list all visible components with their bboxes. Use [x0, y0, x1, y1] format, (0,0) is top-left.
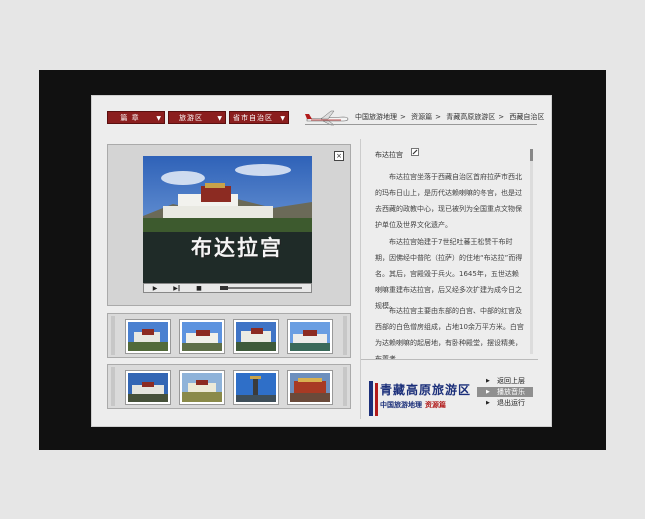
play-icon[interactable]: ▶: [148, 285, 162, 292]
row-edge: [111, 367, 115, 406]
breadcrumb-item[interactable]: 资源篇: [411, 113, 432, 121]
thumbnail-3[interactable]: [233, 319, 279, 354]
breadcrumb-separator: >: [435, 113, 441, 121]
exit-menu-item[interactable]: ▶ 退出运行: [477, 398, 533, 408]
thumbnail-row-1: [107, 313, 351, 358]
edit-icon[interactable]: [411, 148, 419, 156]
thumbnail-4[interactable]: [287, 319, 333, 354]
breadcrumb-item[interactable]: 青藏高原旅游区: [446, 113, 495, 121]
article-paragraph: 布达拉宫主要由东部的白宫、中部的红宫及西部的白色僧房组成，占地10余万平方米。白…: [375, 307, 524, 359]
article-paragraph: 布达拉宫始建于7世纪吐蕃王松赞干布时期，因佛经中普陀（拉萨）的住地“布达拉”而得…: [375, 238, 523, 310]
seek-handle[interactable]: [220, 286, 228, 290]
thumbnail-1[interactable]: [125, 319, 171, 354]
potala-palace-image: [143, 156, 312, 283]
row-edge: [343, 367, 347, 406]
breadcrumb-separator: >: [498, 113, 505, 121]
chevron-down-icon: ▼: [156, 115, 161, 122]
region-subtitle-text: 中国旅游地理: [380, 401, 422, 409]
thumbnail-8[interactable]: [287, 370, 333, 405]
triangle-right-icon: ▶: [486, 400, 490, 406]
breadcrumb-separator: >: [400, 113, 406, 121]
menu-item-label: 退出运行: [497, 399, 525, 407]
chapter-dropdown[interactable]: 篇 章 ▼: [107, 111, 165, 124]
logo-bar-red: [375, 383, 378, 416]
video-frame[interactable]: 布达拉宫: [143, 156, 312, 283]
region-subtitle-highlight: 资源篇: [425, 401, 446, 409]
panel-divider: [360, 139, 361, 419]
region-title: 青藏高原旅游区: [380, 383, 472, 397]
pause-icon[interactable]: ▶‖: [170, 285, 184, 292]
thumbnail-6[interactable]: [179, 370, 225, 405]
row-edge: [111, 316, 115, 355]
breadcrumb: 中国旅游地理 > 资源篇 > 青藏高原旅游区 > 西藏自治区: [355, 112, 547, 122]
triangle-right-icon: ▶: [486, 389, 490, 395]
back-menu-item[interactable]: ▶ 返回上层: [477, 376, 533, 386]
close-icon[interactable]: ×: [334, 151, 344, 161]
breadcrumb-item[interactable]: 西藏自治区: [509, 113, 544, 121]
logo-bar-blue: [369, 381, 373, 416]
breadcrumb-item[interactable]: 中国旅游地理: [355, 113, 397, 121]
chevron-down-icon: ▼: [280, 115, 285, 122]
thumbnail-row-2: [107, 364, 351, 409]
video-controls: ▶ ▶‖ ■: [143, 283, 312, 293]
scrollbar-track[interactable]: [530, 149, 533, 354]
video-caption: 布达拉宫: [191, 236, 283, 260]
play-music-menu-item[interactable]: ▶ 播放音乐: [477, 387, 533, 397]
article-title: 布达拉宫: [375, 151, 403, 159]
thumbnail-2[interactable]: [179, 319, 225, 354]
scrollbar-thumb[interactable]: [530, 149, 533, 161]
menu-item-label: 播放音乐: [497, 388, 525, 396]
thumbnail-5[interactable]: [125, 370, 171, 405]
menu-item-label: 返回上层: [497, 377, 525, 385]
province-dropdown[interactable]: 省市自治区 ▼: [229, 111, 289, 124]
stop-icon[interactable]: ■: [192, 285, 206, 292]
breadcrumb-underline: [305, 124, 537, 125]
chevron-down-icon: ▼: [217, 115, 222, 122]
row-edge: [343, 316, 347, 355]
thumbnail-7[interactable]: [233, 370, 279, 405]
seek-track[interactable]: [220, 287, 302, 289]
triangle-right-icon: ▶: [486, 378, 490, 384]
article-paragraph: 布达拉宫坐落于西藏自治区首府拉萨市西北的玛布日山上，是历代达赖喇嘛的冬宫，也是过…: [375, 173, 522, 229]
tourism-region-dropdown-label: 旅游区: [179, 114, 203, 122]
tourism-region-dropdown[interactable]: 旅游区 ▼: [168, 111, 226, 124]
chapter-dropdown-label: 篇 章: [120, 114, 140, 122]
region-subtitle: 中国旅游地理 资源篇: [380, 400, 446, 410]
section-divider: [361, 359, 538, 360]
province-dropdown-label: 省市自治区: [233, 114, 273, 122]
